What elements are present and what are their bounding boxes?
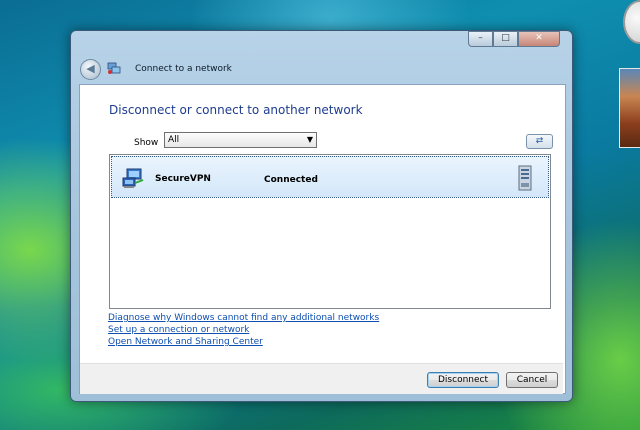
help-links: Diagnose why Windows cannot find any add… (108, 312, 379, 348)
show-filter-value: All (168, 135, 180, 145)
network-sharing-center-link[interactable]: Open Network and Sharing Center (108, 336, 379, 348)
diagnose-link[interactable]: Diagnose why Windows cannot find any add… (108, 312, 379, 324)
network-status: Connected (264, 175, 318, 185)
back-arrow-icon[interactable]: ◀ (80, 59, 101, 80)
show-label: Show (134, 138, 159, 148)
cancel-button[interactable]: Cancel (506, 372, 558, 388)
content-panel: Disconnect or connect to another network… (79, 84, 566, 394)
button-bar: Disconnect Cancel (80, 363, 563, 394)
minimize-button[interactable]: – (468, 31, 493, 47)
close-button[interactable]: ✕ (518, 31, 560, 47)
network-name: SecureVPN (155, 174, 211, 184)
caption-buttons: – □ ✕ (468, 31, 560, 47)
slideshow-gadget[interactable] (619, 68, 640, 148)
maximize-button[interactable]: □ (493, 31, 518, 47)
vpn-network-icon (122, 168, 144, 188)
server-icon (518, 165, 532, 191)
chevron-down-icon: ▼ (306, 135, 313, 144)
window-title: Connect to a network (135, 64, 232, 74)
connect-to-network-window: – □ ✕ ◀ Connect to a network Disconnect … (70, 30, 573, 402)
network-list[interactable]: SecureVPN Connected (109, 154, 551, 309)
refresh-icon: ⇄ (535, 136, 544, 146)
show-filter-dropdown[interactable]: All ▼ (164, 132, 317, 148)
network-wizard-icon (107, 62, 121, 74)
network-item-securevpn[interactable]: SecureVPN Connected (111, 156, 549, 198)
disconnect-button[interactable]: Disconnect (427, 372, 499, 388)
refresh-button[interactable]: ⇄ (526, 134, 553, 149)
setup-connection-link[interactable]: Set up a connection or network (108, 324, 379, 336)
page-heading: Disconnect or connect to another network (109, 103, 363, 117)
